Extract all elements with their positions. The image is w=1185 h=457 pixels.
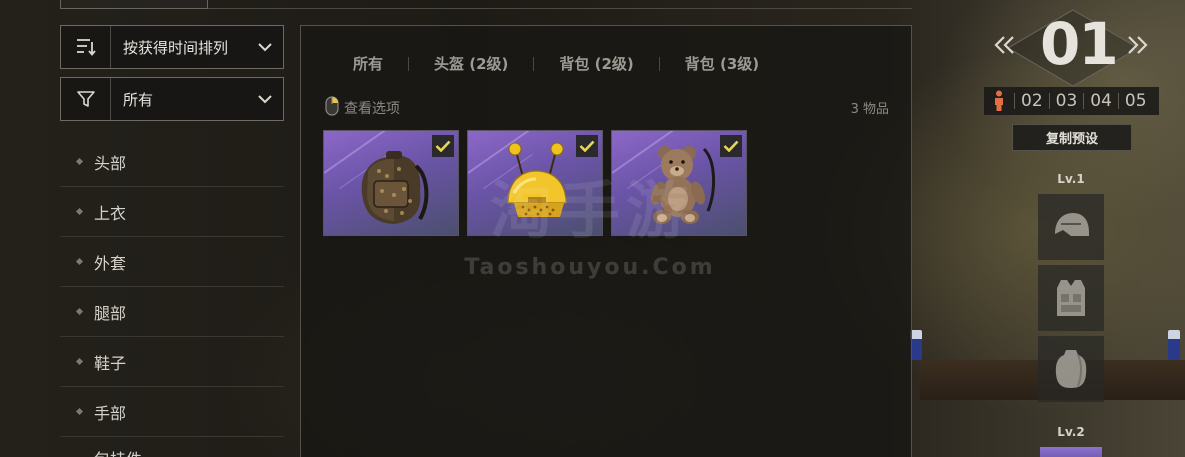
category-item-head[interactable]: 头部 xyxy=(60,137,284,187)
level-1-label: Lv.1 xyxy=(1057,172,1085,186)
next-preset-button[interactable] xyxy=(1126,32,1148,62)
copy-preset-button[interactable]: 复制预设 xyxy=(1012,124,1132,151)
top-tab[interactable] xyxy=(60,0,208,9)
chevron-down-icon xyxy=(247,42,283,52)
bullet-icon xyxy=(75,307,84,316)
equip-slot-level2[interactable] xyxy=(1040,447,1102,457)
preset-slot-03[interactable]: 03 xyxy=(1050,91,1084,111)
preset-slot-05[interactable]: 05 xyxy=(1119,91,1153,111)
sort-dropdown-label: 按获得时间排列 xyxy=(123,38,229,57)
item-card-backpack[interactable] xyxy=(323,130,459,236)
active-preset-person-icon[interactable] xyxy=(984,87,1014,115)
category-item-top[interactable]: 上衣 xyxy=(60,187,284,237)
category-item-bag-charm[interactable]: 包挂件 xyxy=(60,437,284,457)
category-label: 鞋子 xyxy=(94,353,127,373)
category-label: 外套 xyxy=(94,253,127,273)
chevron-down-icon xyxy=(247,94,283,104)
category-item-shoes[interactable]: 鞋子 xyxy=(60,337,284,387)
filter-dropdown[interactable]: 所有 xyxy=(60,77,284,121)
equip-slot-backpack[interactable] xyxy=(1038,336,1104,402)
bullet-icon xyxy=(75,357,84,366)
tab-backpack-lv3[interactable]: 背包 (3级) xyxy=(660,53,784,75)
bullet-icon xyxy=(75,257,84,266)
equip-slot-helmet[interactable] xyxy=(1038,194,1104,260)
bullet-icon xyxy=(75,157,84,166)
view-options[interactable]: 查看选项 xyxy=(325,96,400,120)
sort-dropdown[interactable]: 按获得时间排列 xyxy=(60,25,284,69)
bullet-icon xyxy=(75,407,84,416)
tab-helmet-lv2[interactable]: 头盔 (2级) xyxy=(409,53,533,75)
level-2-label: Lv.2 xyxy=(1057,425,1085,439)
inventory-tabs: 所有 头盔 (2级) 背包 (2级) 背包 (3级) xyxy=(326,53,784,75)
item-count: 3 物品 xyxy=(850,102,889,117)
watermark-text: Taoshouyou.Com xyxy=(464,255,716,280)
preset-slot-02[interactable]: 02 xyxy=(1015,91,1049,111)
helmet-slot-icon xyxy=(1055,213,1089,236)
category-label: 头部 xyxy=(94,153,127,173)
category-list: 头部 上衣 外套 腿部 鞋子 手部 包挂件 xyxy=(60,137,284,457)
vest-slot-icon xyxy=(1057,280,1085,316)
selected-check-icon xyxy=(576,135,598,157)
background-can xyxy=(1168,330,1180,360)
top-divider xyxy=(208,8,912,9)
selected-check-icon xyxy=(432,135,454,157)
selected-check-icon xyxy=(720,135,742,157)
category-item-legs[interactable]: 腿部 xyxy=(60,287,284,337)
view-options-label: 查看选项 xyxy=(344,101,400,117)
mouse-icon xyxy=(325,96,339,120)
preset-slot-04[interactable]: 04 xyxy=(1084,91,1118,111)
sort-icon xyxy=(61,26,111,68)
equip-slot-vest[interactable] xyxy=(1038,265,1104,331)
filter-icon xyxy=(61,78,111,120)
tab-all[interactable]: 所有 xyxy=(326,53,408,75)
category-label: 上衣 xyxy=(94,203,127,223)
category-label: 包挂件 xyxy=(94,446,142,457)
filter-dropdown-label: 所有 xyxy=(123,90,154,109)
preset-slot-bar: 02 03 04 05 xyxy=(984,87,1159,115)
prev-preset-button[interactable] xyxy=(994,32,1016,62)
bullet-icon xyxy=(75,207,84,216)
watermark-logo: 淘手游 xyxy=(489,174,694,247)
category-label: 手部 xyxy=(94,403,127,423)
category-item-outerwear[interactable]: 外套 xyxy=(60,237,284,287)
category-item-hands[interactable]: 手部 xyxy=(60,387,284,437)
category-label: 腿部 xyxy=(94,303,127,323)
tab-backpack-lv2[interactable]: 背包 (2级) xyxy=(534,53,658,75)
backpack-slot-icon xyxy=(1055,350,1087,388)
current-preset-number: 01 xyxy=(1040,10,1119,78)
